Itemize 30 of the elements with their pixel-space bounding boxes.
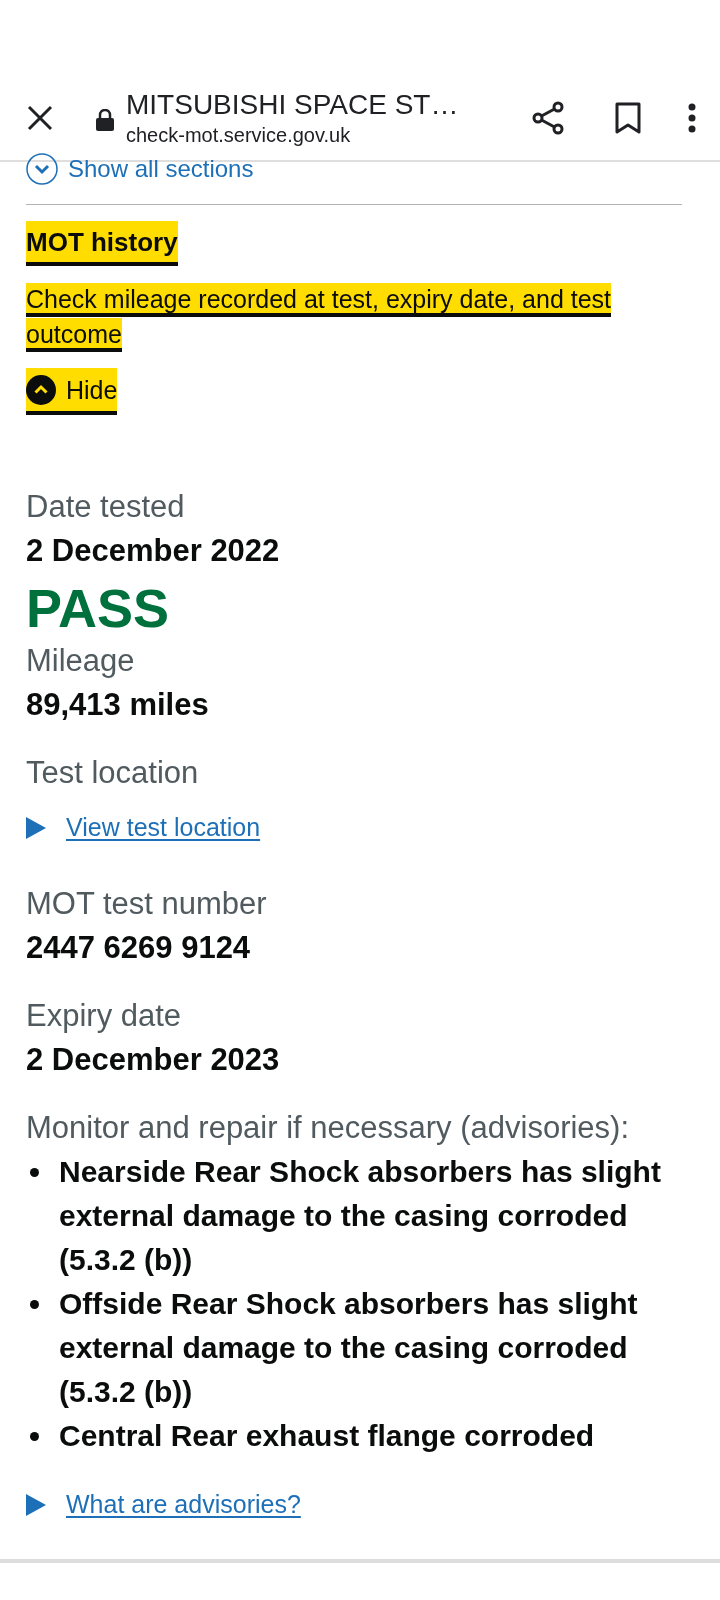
close-icon xyxy=(27,105,53,131)
field-value: 2447 6269 9124 xyxy=(26,929,252,968)
page-title: MITSUBISHI SPACE ST… xyxy=(126,88,460,122)
field-value: 2 December 2023 xyxy=(26,1041,281,1080)
lock-icon xyxy=(96,109,114,131)
field-value: 2 December 2022 xyxy=(26,532,281,571)
bullet-icon xyxy=(30,1432,39,1442)
advisory-item: Central Rear exhaust flange corroded xyxy=(59,1418,595,1455)
advisory-item: Nearside Rear Shock absorbers has slight external damage to the casing corroded (5.3.2 (b)) xyxy=(59,1154,662,1279)
chevron-circle-icon xyxy=(26,375,56,406)
hide-button[interactable]: Hide xyxy=(26,367,118,416)
advisory-item: Offside Rear Shock absorbers has slight external damage to the casing corroded (5.3.2 (b)) xyxy=(59,1286,639,1411)
field-value: 89,413 miles xyxy=(26,686,210,725)
bookmark-icon xyxy=(615,102,641,134)
bullet-icon xyxy=(30,1168,39,1178)
details-link[interactable]: What are advisories? xyxy=(66,1490,301,1520)
field-label: Monitor and repair if necessary (advisories): xyxy=(26,1109,631,1148)
show-all-sections-button[interactable]: Show all sections xyxy=(26,152,254,186)
details-link[interactable]: View test location xyxy=(66,813,261,843)
field-label: Mileage xyxy=(26,642,136,681)
field-label: Date tested xyxy=(26,488,186,527)
section-heading: MOT history xyxy=(26,221,178,267)
test-result: PASS xyxy=(26,577,171,640)
field-label: Test location xyxy=(26,754,200,793)
field-label: Expiry date xyxy=(26,997,183,1036)
bullet-icon xyxy=(30,1300,39,1310)
more-icon xyxy=(688,103,696,133)
url-text: check-mot.service.gov.uk xyxy=(126,123,352,148)
share-icon xyxy=(531,101,565,135)
field-label: MOT test number xyxy=(26,885,268,924)
